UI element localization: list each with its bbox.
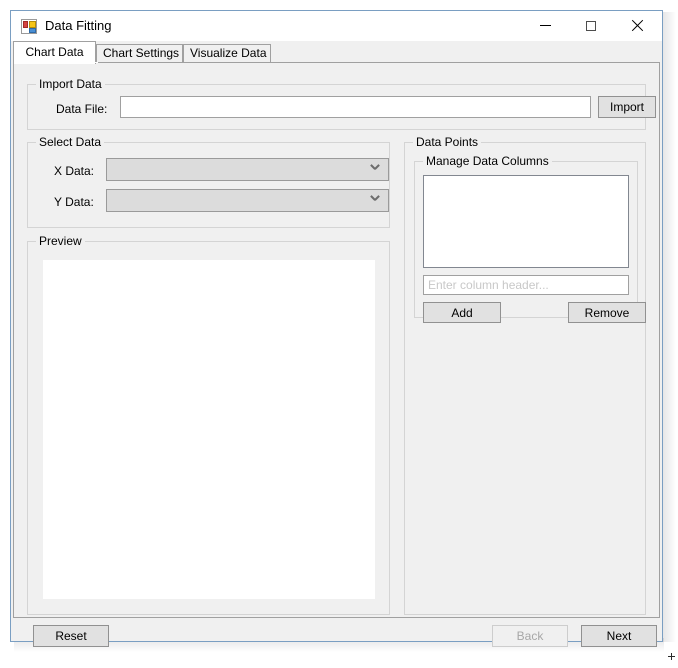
minimize-icon [539, 25, 551, 26]
group-manage-data-columns: Manage Data Columns Add Remove [414, 154, 646, 323]
tab-visualize-data[interactable]: Visualize Data [183, 44, 271, 63]
group-select-data: Select Data X Data: Y Data: [27, 135, 390, 228]
maximize-icon [586, 20, 596, 31]
group-data-points: Data Points Manage Data Columns Add Remo… [404, 135, 646, 615]
application-window: Data Fitting Chart Data Chart Settings V… [10, 10, 663, 647]
back-button[interactable]: Back [492, 625, 568, 647]
icon-square-red [23, 21, 28, 28]
tab-page-chart-data: Import Data Data File: Import Select Dat… [13, 62, 660, 618]
y-data-combobox[interactable] [106, 189, 389, 212]
icon-square-blue [29, 28, 36, 33]
title-bar[interactable]: Data Fitting [11, 11, 662, 41]
next-button[interactable]: Next [581, 625, 657, 647]
winforms-app-icon [21, 19, 37, 34]
window-shadow-right [662, 12, 676, 642]
tab-selected-seam [15, 62, 98, 63]
chevron-down-icon [371, 165, 379, 173]
window-title: Data Fitting [45, 18, 112, 33]
preview-canvas[interactable] [43, 260, 375, 599]
close-icon [631, 20, 643, 32]
add-column-button[interactable]: Add [423, 302, 501, 323]
data-file-label: Data File: [56, 102, 108, 116]
group-preview: Preview [27, 234, 390, 615]
import-button[interactable]: Import [598, 96, 656, 118]
chevron-down-icon [371, 196, 379, 204]
tab-strip: Chart Data Chart Settings Visualize Data [13, 41, 660, 64]
group-manage-data-columns-label: Manage Data Columns [423, 154, 552, 168]
group-data-points-label: Data Points [413, 135, 482, 149]
remove-column-button[interactable]: Remove [568, 302, 646, 323]
column-header-input[interactable] [423, 275, 629, 295]
data-file-input[interactable] [120, 96, 591, 118]
y-data-label: Y Data: [54, 195, 94, 209]
group-select-data-label: Select Data [36, 135, 105, 149]
tab-chart-data[interactable]: Chart Data [13, 41, 96, 64]
x-data-combobox[interactable] [106, 158, 389, 181]
group-preview-label: Preview [36, 234, 85, 248]
maximize-button[interactable] [568, 11, 614, 40]
icon-square-yellow [29, 21, 36, 28]
close-button[interactable] [614, 11, 660, 40]
cursor-mark [668, 653, 675, 660]
x-data-label: X Data: [54, 164, 95, 178]
desktop-backdrop: Data Fitting Chart Data Chart Settings V… [0, 0, 678, 668]
group-import-data: Import Data Data File: Import [27, 77, 656, 130]
group-import-data-label: Import Data [36, 77, 105, 91]
minimize-button[interactable] [522, 11, 568, 40]
tab-chart-settings[interactable]: Chart Settings [96, 44, 183, 63]
data-columns-listbox[interactable] [423, 175, 629, 268]
reset-button[interactable]: Reset [33, 625, 109, 647]
